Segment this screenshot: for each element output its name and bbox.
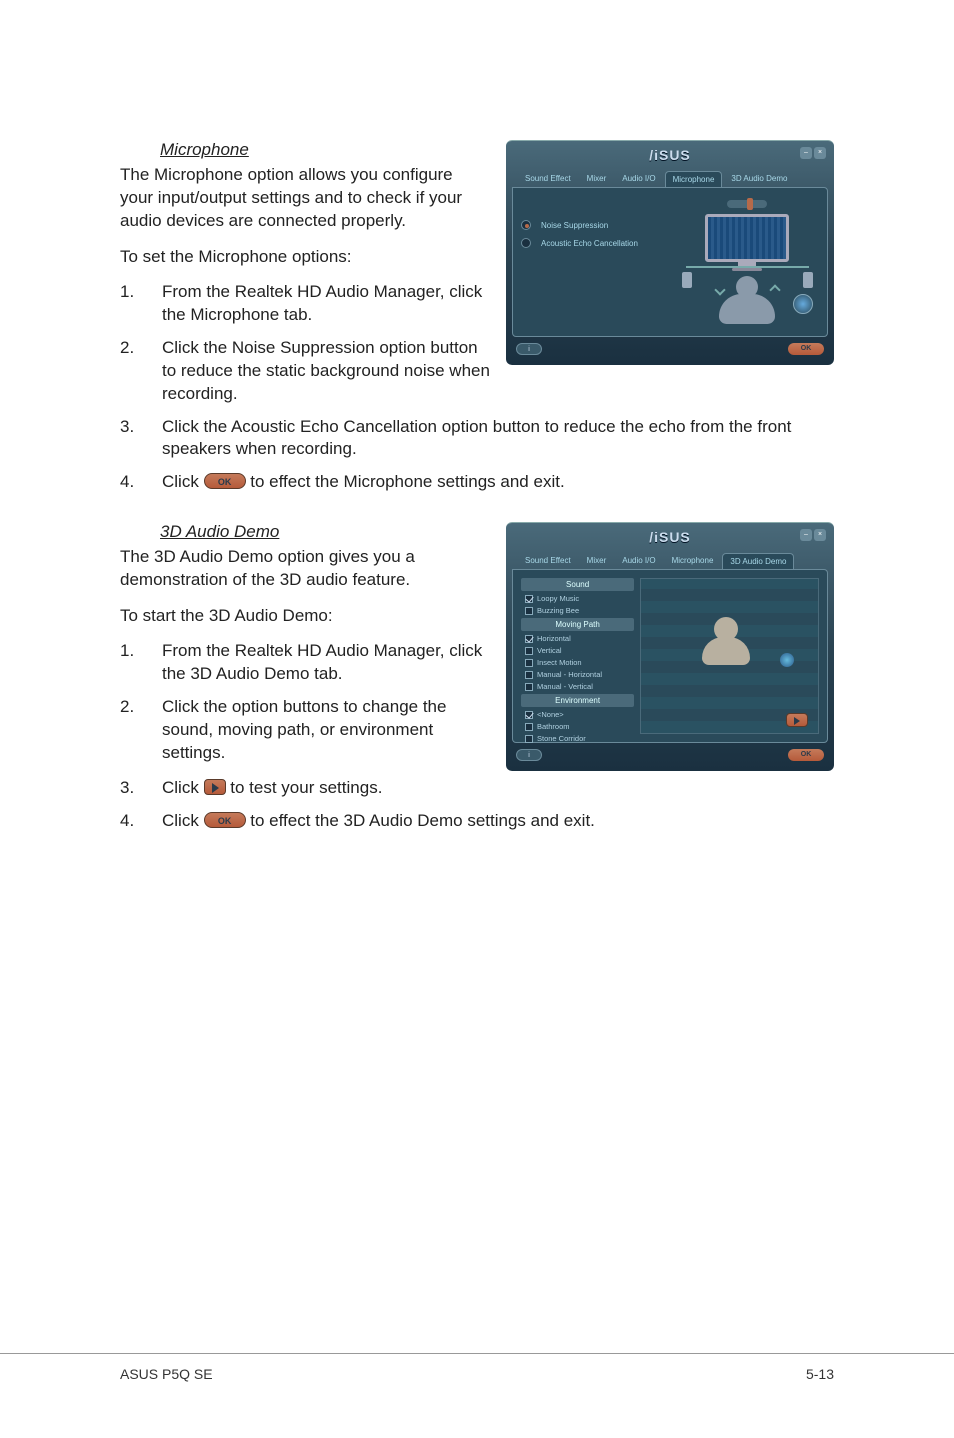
demo-step-4: Click OK to effect the 3D Audio Demo set… [120,810,840,833]
person-icon [717,276,777,324]
tab-audio-io[interactable]: Audio I/O [615,553,662,569]
path-manv-chk[interactable] [525,683,533,691]
info-button[interactable]: i [516,343,542,355]
demo-play-button[interactable] [786,713,808,727]
sound-group-head: Sound [521,578,634,591]
speaker-right-icon [803,272,813,288]
info-button[interactable]: i [516,749,542,761]
tab-microphone[interactable]: Microphone [665,553,721,569]
env-stone-chk[interactable] [525,735,533,743]
env-none-chk[interactable] [525,711,533,719]
mic-intro: The Microphone option allows you configu… [120,164,490,233]
minimize-button[interactable]: – [800,529,812,541]
sound-bee-label: Buzzing Bee [537,606,579,615]
demo-step-2: Click the option buttons to change the s… [120,696,490,765]
tab-mixer[interactable]: Mixer [580,553,614,569]
avatar-icon [702,617,750,665]
demo-step-3: Click to test your settings. [120,777,840,800]
sound-loopy-label: Loopy Music [537,594,579,603]
path-group-head: Moving Path [521,618,634,631]
mic-step-1: From the Realtek HD Audio Manager, click… [120,281,490,327]
tab-sound-effect[interactable]: Sound Effect [518,171,578,187]
tab-3d-audio-demo[interactable]: 3D Audio Demo [722,553,794,569]
inline-play-icon [204,779,226,795]
noise-suppression-radio[interactable] [521,220,531,230]
demo-step-1: From the Realtek HD Audio Manager, click… [120,640,490,686]
mic-step-2: Click the Noise Suppression option butto… [120,337,490,406]
path-insect-chk[interactable] [525,659,533,667]
inline-ok-icon: OK [204,812,246,828]
sound-bee-chk[interactable] [525,607,533,615]
path-horiz-chk[interactable] [525,635,533,643]
speaker-left-icon [682,272,692,288]
echo-cancel-label: Acoustic Echo Cancellation [541,239,638,248]
sound-loopy-chk[interactable] [525,595,533,603]
monitor-icon [705,214,789,270]
asus-logo: /iSUS [649,147,691,163]
mic-step-3: Click the Acoustic Echo Cancellation opt… [120,416,840,462]
minimize-button[interactable]: – [800,147,812,159]
demo-3d-canvas [640,578,819,734]
close-button[interactable]: × [814,147,826,159]
footer-right: 5-13 [806,1366,834,1382]
env-stone-label: Stone Corridor [537,734,586,743]
panel-ok-button[interactable]: OK [788,749,824,761]
tab-microphone[interactable]: Microphone [665,171,723,187]
path-vert-chk[interactable] [525,647,533,655]
panel-ok-button[interactable]: OK [788,343,824,355]
demo-lead: To start the 3D Audio Demo: [120,606,490,626]
path-manv-label: Manual - Vertical [537,682,593,691]
env-bath-label: Bathroom [537,722,570,731]
tab-mixer[interactable]: Mixer [580,171,614,187]
path-horiz-label: Horizontal [537,634,571,643]
path-insect-label: Insect Motion [537,658,582,667]
tab-audio-io[interactable]: Audio I/O [615,171,662,187]
path-manh-chk[interactable] [525,671,533,679]
close-button[interactable]: × [814,529,826,541]
page-footer: ASUS P5Q SE 5-13 [0,1353,954,1382]
env-none-label: <None> [537,710,564,719]
mic-diagram [676,196,819,328]
demo-intro: The 3D Audio Demo option gives you a dem… [120,546,490,592]
tab-sound-effect[interactable]: Sound Effect [518,553,578,569]
mic-panel: /iSUS – × Sound Effect Mixer Audio I/O M… [506,140,834,365]
env-group-head: Environment [521,694,634,707]
path-vert-label: Vertical [537,646,562,655]
mic-step-4: Click OK to effect the Microphone settin… [120,471,840,494]
inline-ok-icon: OK [204,473,246,489]
demo-panel: /iSUS – × Sound Effect Mixer Audio I/O M… [506,522,834,771]
path-manh-label: Manual - Horizontal [537,670,602,679]
asus-logo: /iSUS [649,529,691,545]
tab-3d-audio-demo[interactable]: 3D Audio Demo [724,171,794,187]
echo-cancel-radio[interactable] [521,238,531,248]
demo-tabbar: Sound Effect Mixer Audio I/O Microphone … [512,553,828,569]
mic-lead: To set the Microphone options: [120,247,490,267]
env-bath-chk[interactable] [525,723,533,731]
footer-left: ASUS P5Q SE [120,1366,213,1382]
sound-source-icon[interactable] [780,653,794,667]
mic-volume-slider[interactable] [727,200,767,208]
noise-suppression-label: Noise Suppression [541,221,608,230]
mic-tabbar: Sound Effect Mixer Audio I/O Microphone … [512,171,828,187]
globe-icon[interactable] [793,294,813,314]
